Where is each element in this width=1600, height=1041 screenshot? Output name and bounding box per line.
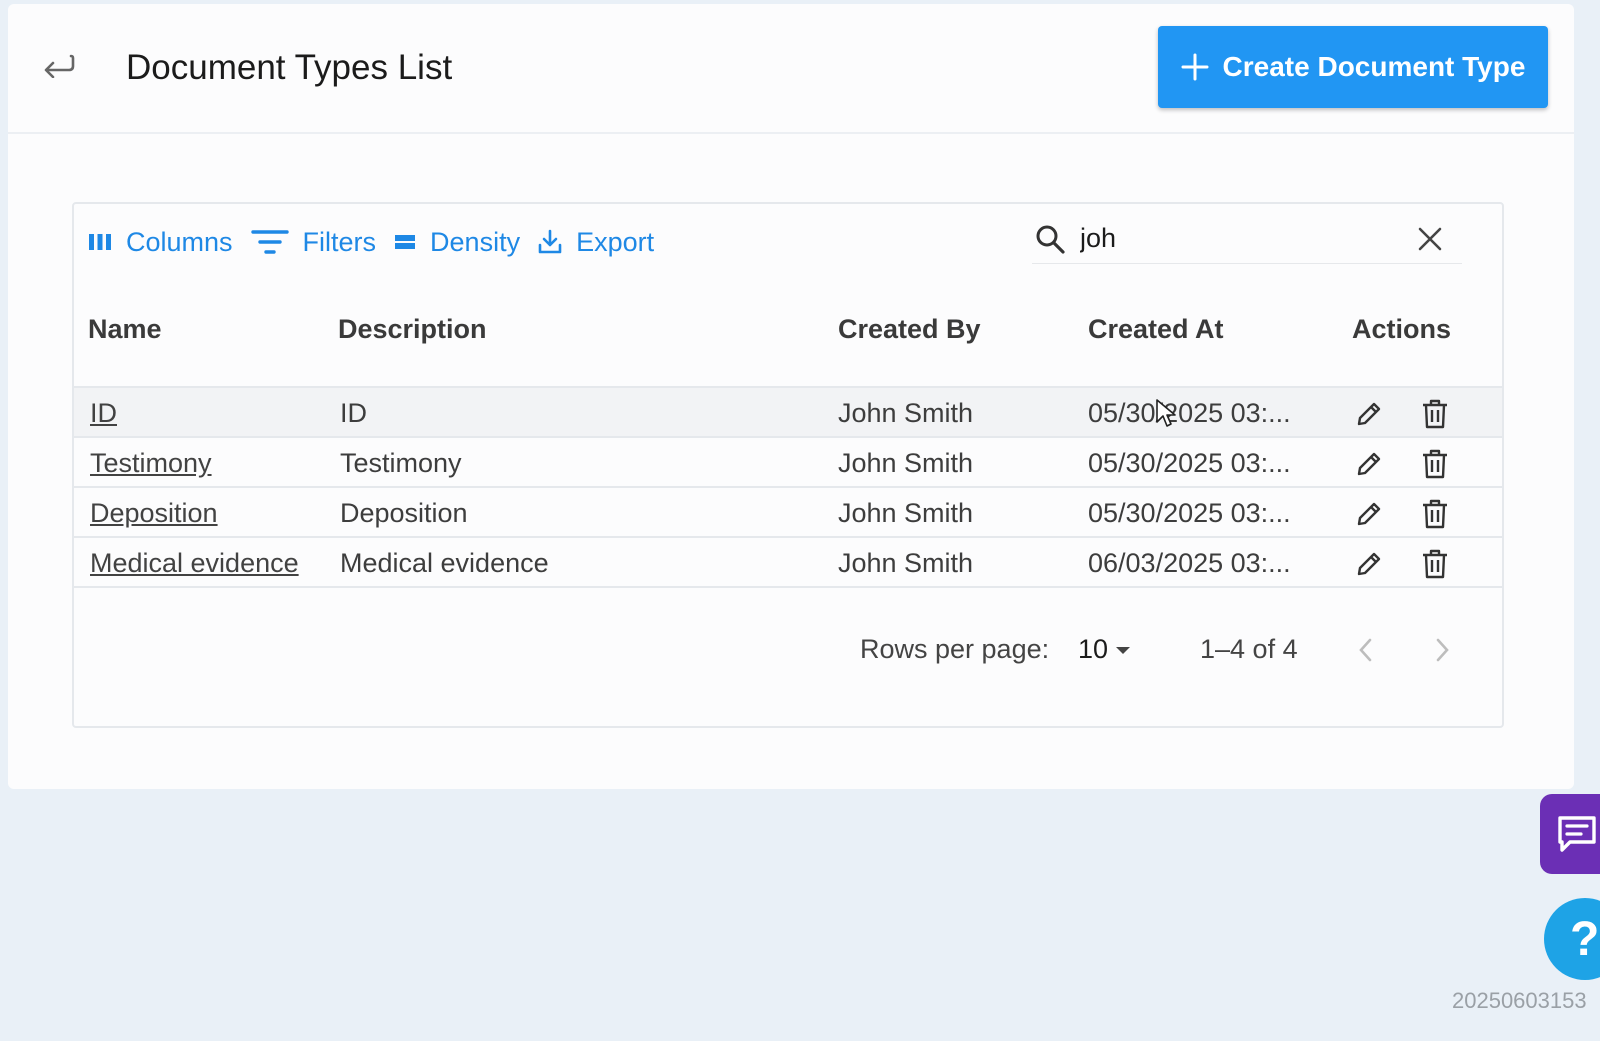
description-cell: Medical evidence [340, 548, 549, 578]
help-label: ? [1570, 912, 1600, 966]
edit-button[interactable] [1352, 497, 1386, 531]
back-button[interactable] [38, 44, 78, 84]
delete-button[interactable] [1418, 547, 1452, 581]
create-button-label: Create Document Type [1222, 51, 1526, 82]
chat-icon [1558, 816, 1596, 852]
table-row[interactable]: ID ID John Smith 05/30/2025 03:... [74, 388, 1502, 438]
created-by-cell: John Smith [838, 448, 974, 478]
page-title: Document Types List [126, 48, 453, 87]
export-label: Export [576, 226, 655, 257]
columns-label: Columns [126, 226, 233, 257]
columns-button[interactable]: Columns [88, 227, 233, 258]
name-link[interactable]: ID [90, 398, 117, 429]
trash-icon [1423, 549, 1447, 579]
edit-button[interactable] [1352, 447, 1386, 481]
description-cell: ID [340, 398, 367, 428]
pencil-icon [1357, 452, 1381, 476]
created-at-cell: 05/30/2025 03:... [1088, 498, 1291, 528]
mouse-cursor-icon [1156, 399, 1176, 427]
plus-icon [1181, 53, 1209, 81]
name-link[interactable]: Testimony [90, 448, 212, 479]
column-header-actions: Actions [1352, 314, 1452, 344]
column-header-created-by[interactable]: Created By [838, 314, 981, 345]
pencil-icon [1357, 402, 1381, 426]
edit-button[interactable] [1352, 397, 1386, 431]
columns-icon [89, 234, 111, 250]
main-card: Document Types List Create Document Type… [8, 4, 1574, 789]
table-row[interactable]: Medical evidence Medical evidence John S… [74, 538, 1502, 588]
delete-button[interactable] [1418, 497, 1452, 531]
trash-icon [1423, 449, 1447, 479]
search-icon [1034, 223, 1066, 255]
created-by-cell: John Smith [838, 398, 974, 428]
column-header-name[interactable]: Name [88, 314, 162, 345]
column-header-description[interactable]: Description [338, 314, 487, 345]
filter-icon [250, 230, 289, 254]
create-document-type-button[interactable]: Create Document Type [1158, 26, 1548, 108]
rows-per-page-select[interactable]: 10 [1078, 634, 1132, 665]
trash-icon [1423, 399, 1447, 429]
created-at-cell: 05/30/2025 03:... [1088, 398, 1291, 428]
description-cell: Deposition [340, 498, 468, 528]
search-input[interactable] [1078, 222, 1378, 255]
data-grid: Columns Filters Density Export joh Name … [72, 202, 1504, 728]
created-by-cell: John Smith [838, 548, 974, 578]
rows-per-page-value: 10 [1078, 634, 1109, 664]
edit-button[interactable] [1352, 547, 1386, 581]
chevron-right-icon [1436, 638, 1449, 662]
column-header-created-at[interactable]: Created At [1088, 314, 1224, 345]
next-page-button[interactable] [1424, 632, 1460, 668]
delete-button[interactable] [1418, 397, 1452, 431]
created-at-cell: 06/03/2025 03:... [1088, 548, 1291, 578]
download-icon [538, 229, 562, 254]
clear-search-button[interactable] [1414, 223, 1446, 255]
quick-search [1032, 214, 1462, 264]
filters-button[interactable]: Filters [250, 226, 377, 258]
density-icon [395, 235, 416, 249]
chat-button[interactable] [1540, 794, 1600, 874]
grid-toolbar: Columns Filters Density Export [88, 222, 654, 262]
name-link[interactable]: Medical evidence [90, 548, 299, 579]
delete-button[interactable] [1418, 447, 1452, 481]
table-row[interactable]: Testimony Testimony John Smith 05/30/202… [74, 438, 1502, 488]
density-button[interactable]: Density [394, 227, 520, 258]
export-button[interactable]: Export [538, 227, 654, 258]
close-icon [1418, 227, 1442, 251]
created-by-cell: John Smith [838, 498, 974, 528]
filters-label: Filters [302, 226, 377, 257]
pagination-range: 1–4 of 4 [1200, 634, 1298, 664]
pagination-footer: Rows per page: 10 1–4 of 4 [74, 624, 1502, 684]
density-label: Density [430, 226, 521, 257]
return-arrow-icon [44, 54, 75, 78]
caret-down-icon [1116, 646, 1131, 654]
help-button[interactable]: ? [1544, 898, 1600, 980]
version-label: 20250603153 [1452, 988, 1587, 1013]
trash-icon [1423, 499, 1447, 529]
pencil-icon [1357, 552, 1381, 576]
page-header: Document Types List Create Document Type [8, 4, 1574, 134]
created-at-cell: 05/30/2025 03:... [1088, 448, 1291, 478]
description-cell: Testimony [340, 448, 462, 478]
table-row[interactable]: Deposition Deposition John Smith 05/30/2… [74, 488, 1502, 538]
table-header: Name Description Created By Created At A… [74, 292, 1502, 388]
previous-page-button[interactable] [1348, 632, 1384, 668]
pencil-icon [1357, 502, 1381, 526]
rows-per-page-label: Rows per page: [860, 634, 1050, 664]
chevron-left-icon [1359, 638, 1372, 662]
name-link[interactable]: Deposition [90, 498, 218, 529]
